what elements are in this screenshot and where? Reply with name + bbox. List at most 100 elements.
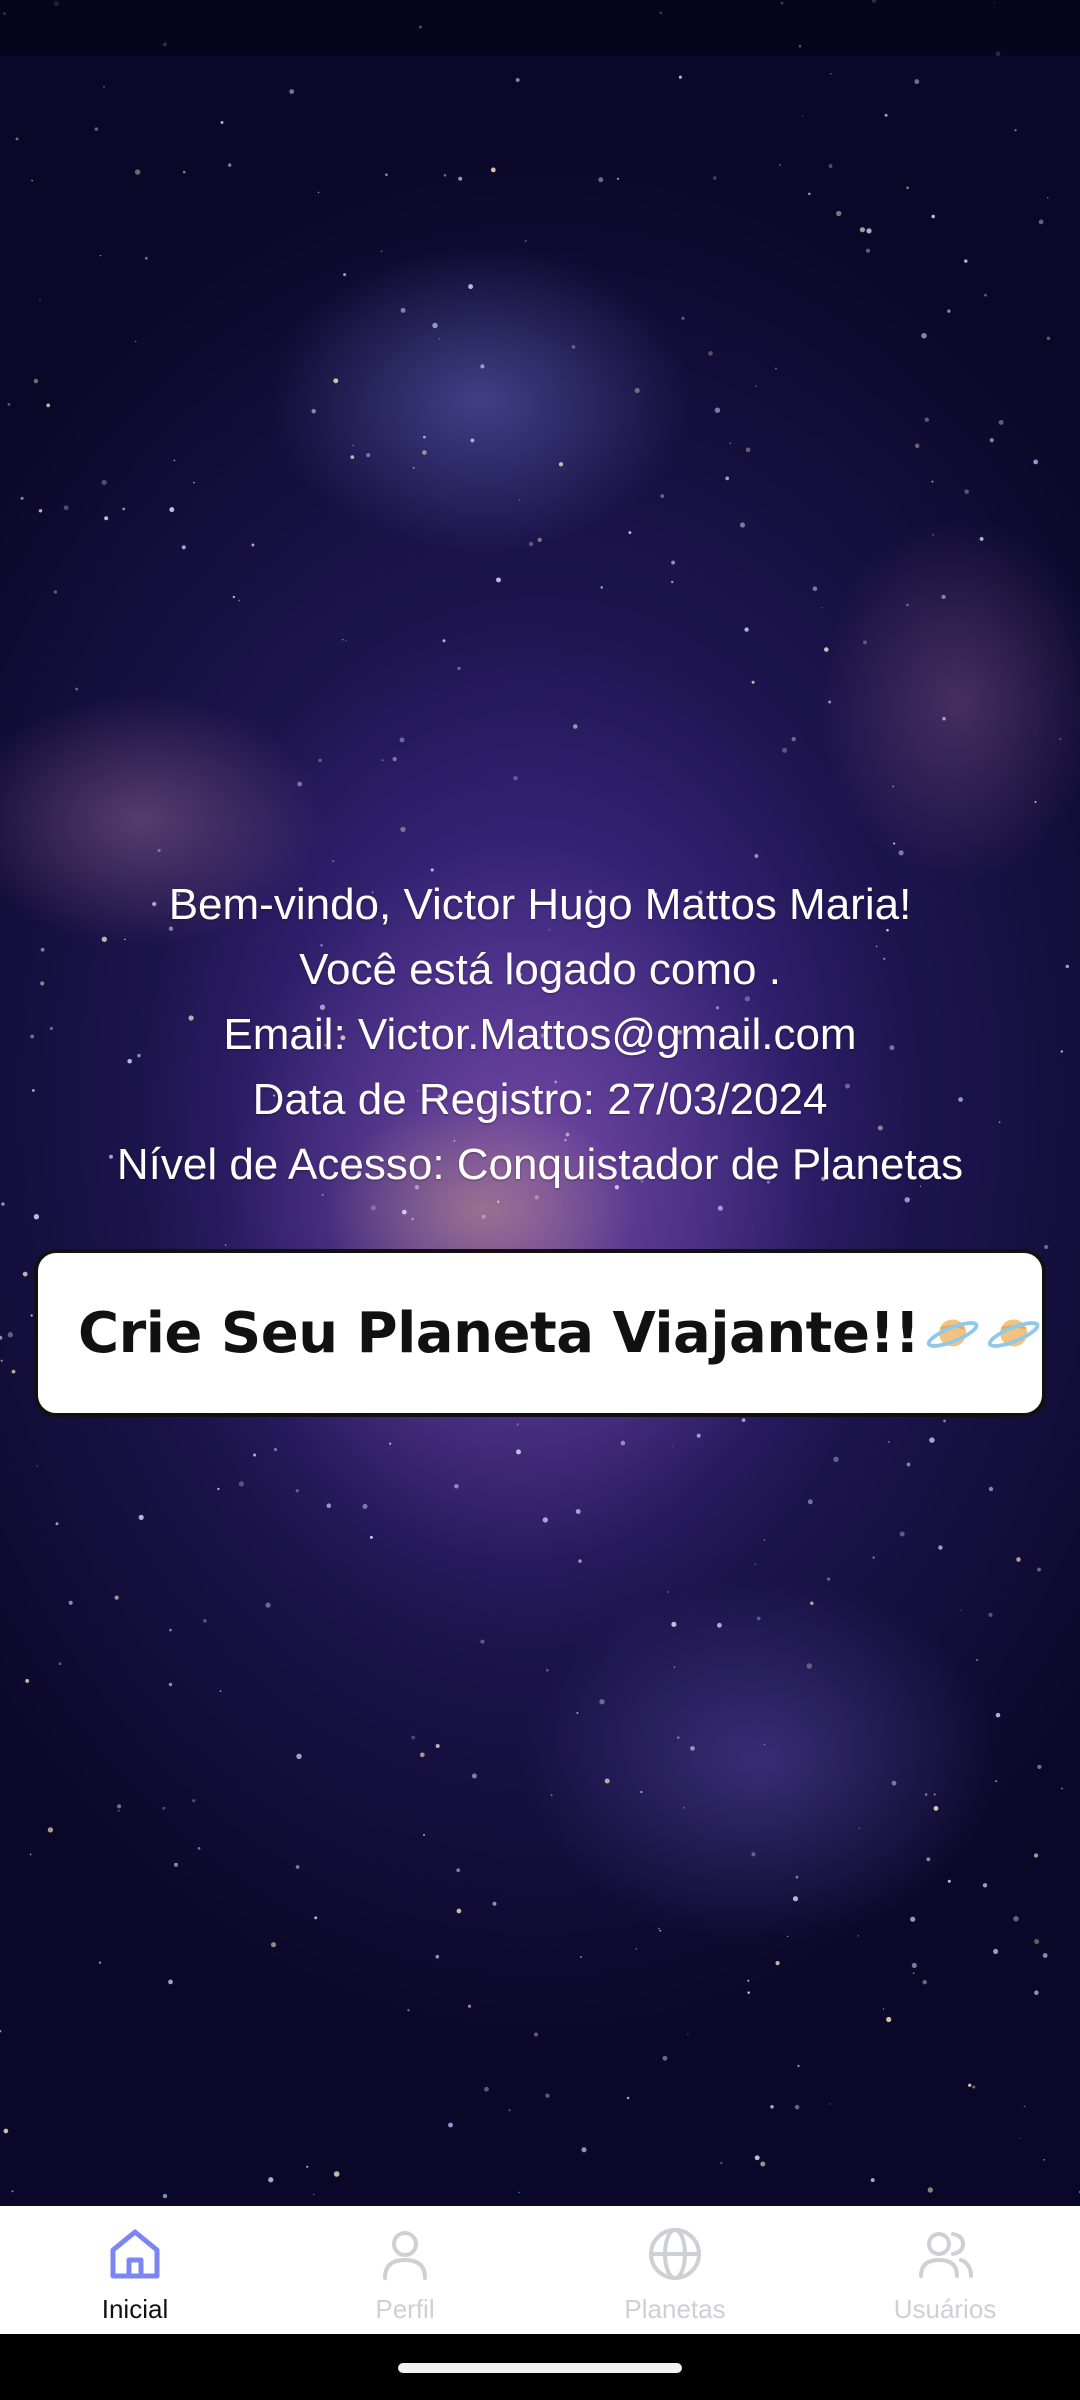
star <box>11 2190 14 2193</box>
star <box>926 1857 931 1862</box>
star <box>3 2128 9 2134</box>
star <box>782 747 788 753</box>
star <box>480 364 485 369</box>
star <box>833 1456 839 1462</box>
star <box>407 2009 410 2012</box>
star <box>435 1954 440 1959</box>
star <box>904 1197 910 1203</box>
star <box>0 2029 2 2033</box>
star <box>313 2193 315 2196</box>
star <box>910 1916 916 1922</box>
star <box>620 1440 626 1446</box>
star <box>518 2191 520 2194</box>
star <box>891 1780 897 1786</box>
star <box>708 351 713 356</box>
star <box>872 1556 875 1559</box>
star <box>117 1804 122 1809</box>
star <box>912 1972 915 1974</box>
create-planet-button[interactable]: Crie Seu Planeta Viajante!! <box>34 1249 1046 1417</box>
star <box>399 737 405 743</box>
star <box>169 1628 172 1632</box>
star <box>671 560 676 565</box>
star <box>46 403 51 408</box>
tab-planetas[interactable]: Planetas <box>540 2206 810 2334</box>
tab-inicial[interactable]: Inicial <box>0 2206 270 2334</box>
star <box>933 1806 939 1811</box>
star <box>924 1793 928 1796</box>
star <box>943 1419 947 1423</box>
star <box>1047 197 1049 199</box>
star <box>690 1746 695 1751</box>
star <box>683 1806 685 1809</box>
star <box>1038 219 1044 225</box>
star <box>914 443 920 449</box>
star <box>604 1778 610 1784</box>
star <box>558 462 564 467</box>
star <box>660 494 665 498</box>
star <box>400 307 406 313</box>
star <box>756 1616 761 1621</box>
star <box>906 603 909 607</box>
home-screen: Bem-vindo, Victor Hugo Mattos Maria! Voc… <box>0 0 1080 2400</box>
star <box>33 378 39 384</box>
star <box>104 516 109 521</box>
star <box>634 388 640 394</box>
star <box>1037 1764 1042 1769</box>
star <box>812 586 818 592</box>
star <box>423 435 426 439</box>
star <box>976 1659 978 1661</box>
star <box>138 1514 144 1520</box>
star <box>887 1440 890 1444</box>
star <box>576 1711 579 1715</box>
star <box>265 1602 271 1608</box>
star <box>979 536 984 541</box>
star <box>1016 1557 1021 1562</box>
tab-perfil[interactable]: Perfil <box>270 2206 540 2334</box>
star <box>778 163 781 166</box>
star <box>792 1896 799 1902</box>
star <box>906 1462 911 1467</box>
star <box>22 1271 28 1277</box>
star <box>471 1773 477 1779</box>
star <box>528 541 534 547</box>
star <box>192 1799 196 1803</box>
star <box>947 309 951 313</box>
star <box>400 826 406 833</box>
star <box>616 177 620 180</box>
star <box>11 1369 16 1374</box>
star <box>456 1908 462 1914</box>
star <box>628 531 632 535</box>
star <box>927 2187 933 2193</box>
star <box>456 1868 461 1873</box>
tab-usuarios[interactable]: Usuários <box>810 2206 1080 2334</box>
star <box>168 1682 173 1687</box>
star <box>662 2055 668 2061</box>
star <box>333 2171 340 2177</box>
star <box>94 127 99 131</box>
star <box>751 680 755 684</box>
home-indicator-handle[interactable] <box>398 2363 682 2373</box>
star <box>720 2162 723 2165</box>
star <box>314 1916 318 1920</box>
star <box>1023 2105 1026 2108</box>
star <box>422 1833 426 1837</box>
star <box>1037 1567 1041 1572</box>
logged-as-text: Você está logado como . <box>299 945 781 994</box>
star <box>238 599 241 602</box>
bottom-tab-bar: Inicial Perfil Planetas Usuários <box>0 2206 1080 2334</box>
star <box>342 638 344 641</box>
star <box>673 1666 676 1668</box>
globe-icon <box>649 2228 701 2280</box>
star <box>438 338 441 340</box>
star <box>712 176 717 180</box>
star <box>173 1862 179 1867</box>
star <box>1019 2137 1021 2140</box>
star <box>884 113 888 117</box>
tab-planetas-label: Planetas <box>624 2294 726 2324</box>
star <box>886 2016 892 2023</box>
star <box>422 450 427 455</box>
star <box>480 1639 485 1644</box>
ringed-planet-icon <box>926 1319 978 1348</box>
star <box>924 417 929 422</box>
star <box>273 1447 278 1452</box>
